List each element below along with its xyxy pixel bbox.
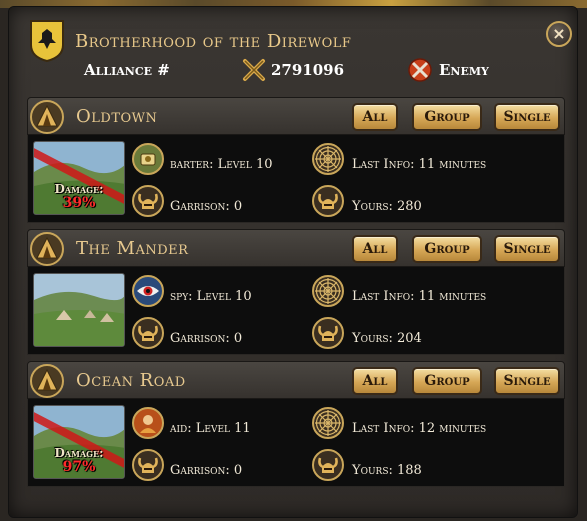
horned-helmet-icon: [132, 317, 164, 349]
horned-helmet-icon: [132, 185, 164, 217]
damage-value: 39%: [62, 195, 96, 211]
damage-value: 97%: [62, 459, 96, 475]
barter-icon: [132, 143, 164, 175]
filter-single-button[interactable]: Single: [494, 367, 560, 395]
damage-label: Damage:: [54, 182, 104, 196]
horned-helmet-icon: [312, 185, 344, 217]
camp-tent-icon: [30, 100, 64, 134]
garrison-count: Garrison: 0: [170, 199, 243, 214]
garrison-count: Garrison: 0: [170, 463, 243, 478]
garrison-count: Garrison: 0: [170, 331, 243, 346]
spiderweb-icon: [312, 407, 344, 439]
alliance-title: Brotherhood of the Direwolf: [75, 31, 352, 52]
location-name: Oldtown: [76, 106, 158, 127]
crossed-swords-icon: [243, 59, 265, 81]
last-info: Last Info: 12 minutes: [352, 421, 487, 436]
filter-all-button[interactable]: All: [352, 103, 398, 131]
aid-icon: [132, 407, 164, 439]
agent-level: aid: Level 11: [170, 421, 251, 436]
location-header-oldtown: Oldtown All Group Single: [27, 97, 565, 135]
alliance-info-panel: Brotherhood of the Direwolf × Alliance #…: [8, 6, 578, 518]
damage-label: Damage:: [54, 446, 104, 460]
location-header-the-mander: The Mander All Group Single: [27, 229, 565, 267]
location-body-the-mander: spy: Level 10 Last Info: 11 minutes Garr…: [27, 267, 565, 355]
filter-group-button[interactable]: Group: [412, 235, 482, 263]
last-info: Last Info: 11 minutes: [352, 289, 487, 304]
last-info: Last Info: 11 minutes: [352, 157, 487, 172]
camp-landscape-image: [34, 274, 124, 346]
spiderweb-icon: [312, 143, 344, 175]
location-thumbnail[interactable]: Damage: 39%: [33, 141, 125, 215]
alliance-label: Alliance #: [84, 61, 170, 79]
filter-single-button[interactable]: Single: [494, 103, 560, 131]
camp-tent-icon: [30, 364, 64, 398]
filter-group-button[interactable]: Group: [412, 367, 482, 395]
filter-all-button[interactable]: All: [352, 235, 398, 263]
horned-helmet-icon: [132, 449, 164, 481]
filter-single-button[interactable]: Single: [494, 235, 560, 263]
location-thumbnail[interactable]: [33, 273, 125, 347]
yours-count: Yours: 280: [352, 199, 422, 214]
location-header-ocean-road: Ocean Road All Group Single: [27, 361, 565, 399]
location-name: Ocean Road: [76, 370, 186, 391]
filter-all-button[interactable]: All: [352, 367, 398, 395]
alliance-number: 2791096: [271, 61, 345, 79]
enemy-crossed-swords-icon: [408, 58, 432, 82]
location-thumbnail[interactable]: Damage: 97%: [33, 405, 125, 479]
close-button[interactable]: ×: [546, 21, 572, 47]
spy-eye-icon: [132, 275, 164, 307]
horned-helmet-icon: [312, 449, 344, 481]
yours-count: Yours: 204: [352, 331, 422, 346]
agent-level: spy: Level 10: [170, 289, 252, 304]
filter-group-button[interactable]: Group: [412, 103, 482, 131]
horned-helmet-icon: [312, 317, 344, 349]
house-crest-icon: [30, 20, 64, 63]
agent-level: barter: Level 10: [170, 157, 273, 172]
camp-tent-icon: [30, 232, 64, 266]
yours-count: Yours: 188: [352, 463, 422, 478]
location-body-ocean-road: Damage: 97% aid: Level 11 Last Info: 12 …: [27, 399, 565, 487]
location-body-oldtown: Damage: 39% barter: Level 10 Last Info: …: [27, 135, 565, 223]
spiderweb-icon: [312, 275, 344, 307]
location-name: The Mander: [76, 238, 189, 259]
stance-label: Enemy: [439, 61, 489, 79]
